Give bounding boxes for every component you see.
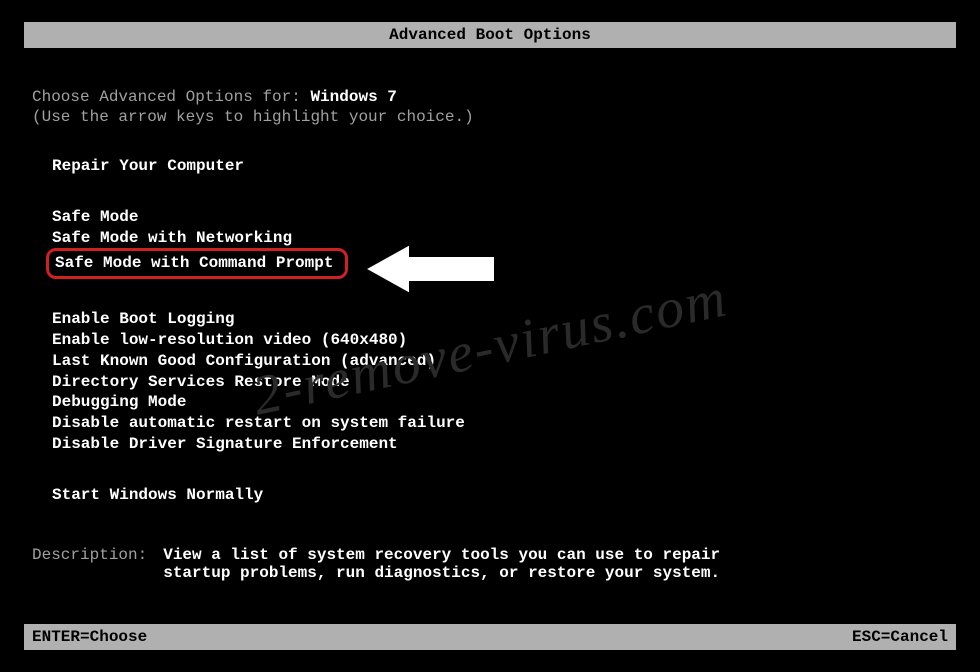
menu-group-safemode: Safe Mode Safe Mode with Networking Safe… xyxy=(52,207,948,279)
choose-prefix: Choose Advanced Options for: xyxy=(32,88,310,106)
content-area: Choose Advanced Options for: Windows 7 (… xyxy=(0,88,980,582)
footer-bar: ENTER=Choose ESC=Cancel xyxy=(24,624,956,650)
title-bar: Advanced Boot Options xyxy=(24,22,956,48)
menu-item-start-normally[interactable]: Start Windows Normally xyxy=(52,485,948,506)
menu-item-debugging[interactable]: Debugging Mode xyxy=(52,392,948,413)
os-line: Choose Advanced Options for: Windows 7 xyxy=(32,88,948,106)
description-label: Description: xyxy=(32,546,147,582)
menu-item-disable-driver-sig[interactable]: Disable Driver Signature Enforcement xyxy=(52,434,948,455)
footer-esc: ESC=Cancel xyxy=(852,628,948,646)
description-text: View a list of system recovery tools you… xyxy=(163,546,723,582)
description-section: Description: View a list of system recov… xyxy=(32,546,948,582)
menu-item-safe-mode-command-prompt[interactable]: Safe Mode with Command Prompt xyxy=(46,248,348,279)
menu-item-boot-logging[interactable]: Enable Boot Logging xyxy=(52,309,948,330)
footer-enter: ENTER=Choose xyxy=(32,628,147,646)
menu-group-repair: Repair Your Computer xyxy=(52,156,948,177)
menu-item-last-known-good[interactable]: Last Known Good Configuration (advanced) xyxy=(52,351,948,372)
menu-group-normal: Start Windows Normally xyxy=(52,485,948,506)
os-name: Windows 7 xyxy=(310,88,396,106)
menu-item-directory-services[interactable]: Directory Services Restore Mode xyxy=(52,372,948,393)
instruction-text: (Use the arrow keys to highlight your ch… xyxy=(32,108,948,126)
menu-item-disable-auto-restart[interactable]: Disable automatic restart on system fail… xyxy=(52,413,948,434)
title-text: Advanced Boot Options xyxy=(389,26,591,44)
menu-group-advanced: Enable Boot Logging Enable low-resolutio… xyxy=(52,309,948,455)
menu-item-safe-mode[interactable]: Safe Mode xyxy=(52,207,948,228)
menu-item-low-res[interactable]: Enable low-resolution video (640x480) xyxy=(52,330,948,351)
menu-item-repair-computer[interactable]: Repair Your Computer xyxy=(52,156,948,177)
menu-item-safe-mode-cmd-wrapper: Safe Mode with Command Prompt xyxy=(52,248,948,279)
menu-item-safe-mode-networking[interactable]: Safe Mode with Networking xyxy=(52,228,948,249)
